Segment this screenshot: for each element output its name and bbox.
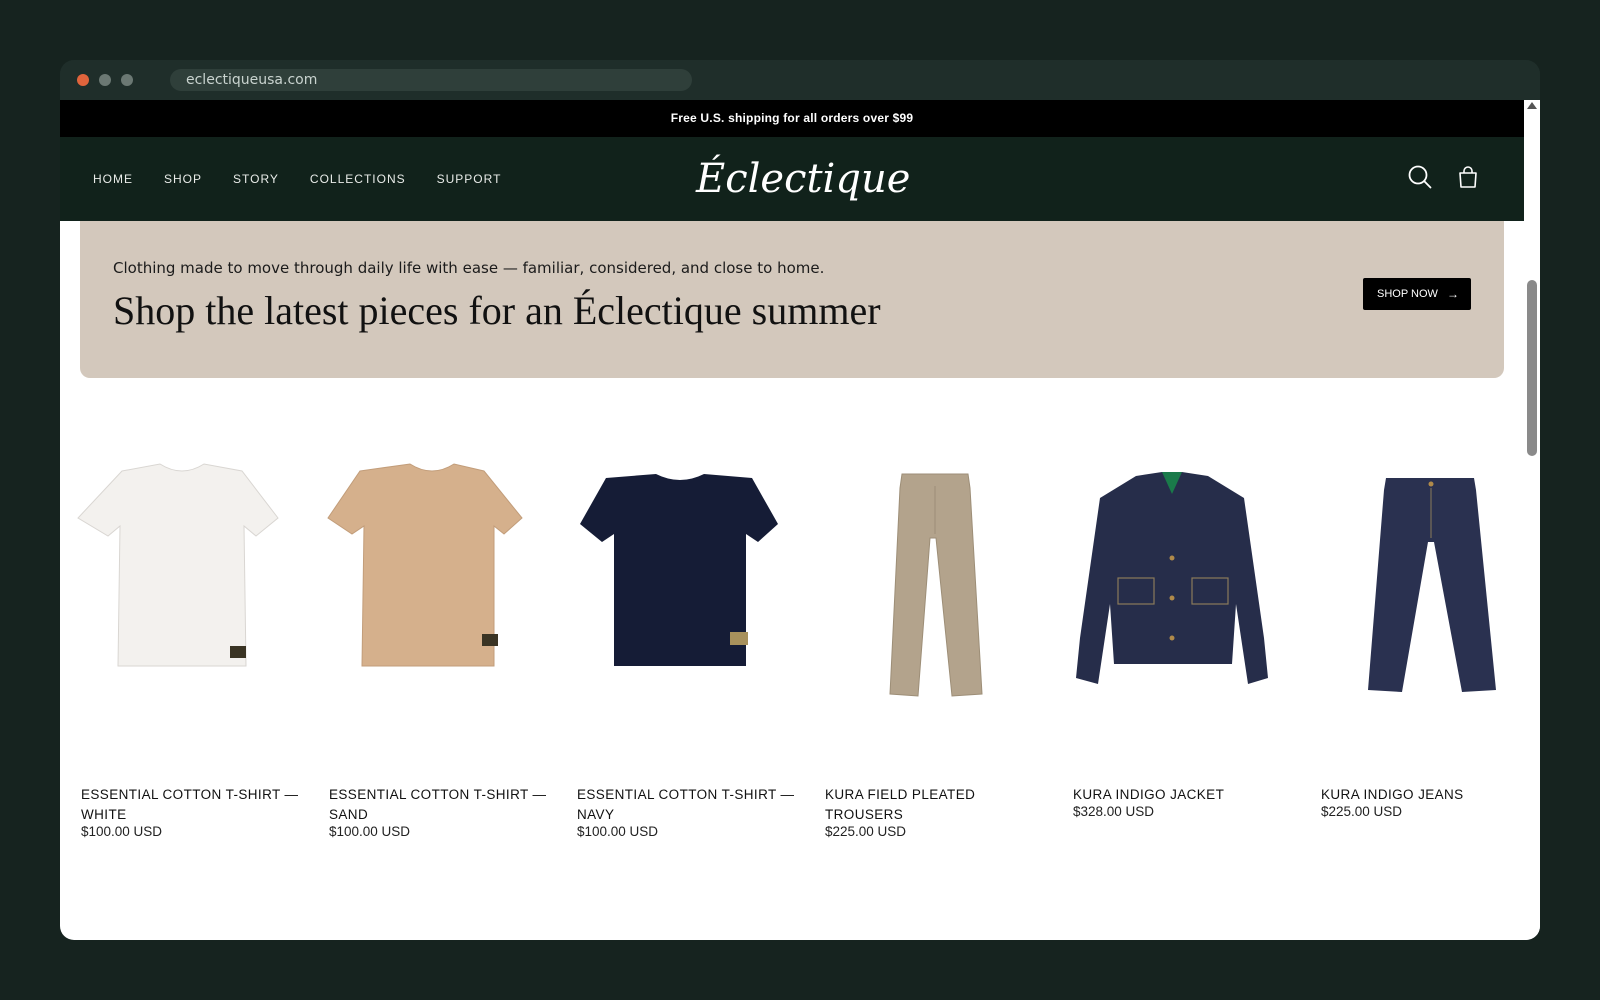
browser-window: eclectiqueusa.com Free U.S. shipping for… [60,60,1540,940]
product-image-sand-tshirt[interactable] [308,438,548,768]
maximize-window-button[interactable] [121,74,133,86]
nav-item-shop[interactable]: SHOP [164,172,202,186]
product-image-navy-tshirt[interactable] [556,438,796,768]
hero-title: Shop the latest pieces for an Éclectique… [113,288,881,333]
address-bar[interactable]: eclectiqueusa.com [170,69,692,91]
hero-subtitle: Clothing made to move through daily life… [113,259,825,277]
product-title[interactable]: ESSENTIAL COTTON T-SHIRT — SAND [329,785,549,825]
scrollbar-thumb[interactable] [1527,280,1537,456]
product-card[interactable]: KURA FIELD PLEATED TROUSERS $225.00 USD [804,438,1044,858]
product-price: $225.00 USD [825,824,907,839]
product-card[interactable]: KURA INDIGO JEANS $225.00 USD [1300,438,1540,858]
hero-banner: Clothing made to move through daily life… [80,221,1504,378]
minimize-window-button[interactable] [99,74,111,86]
site-logo[interactable]: Éclectique [696,141,910,213]
product-image-indigo-jacket[interactable] [1052,438,1292,768]
nav-item-collections[interactable]: COLLECTIONS [310,172,406,186]
product-title[interactable]: ESSENTIAL COTTON T-SHIRT — NAVY [577,785,797,825]
product-price: $100.00 USD [81,824,163,839]
jacket-shape [1076,472,1268,684]
product-grid: ESSENTIAL COTTON T-SHIRT — WHITE $100.00… [60,438,1524,858]
product-image-pleated-trousers[interactable] [804,438,1044,768]
nav-item-support[interactable]: SUPPORT [437,172,502,186]
jeans-shape [1368,478,1496,692]
scroll-up-arrow-icon[interactable] [1527,102,1537,109]
tshirt-patch [230,646,246,658]
product-price: $225.00 USD [1321,804,1403,819]
product-image-indigo-jeans[interactable] [1300,438,1540,768]
shopping-bag-icon[interactable] [1454,163,1482,191]
product-card[interactable]: KURA INDIGO JACKET $328.00 USD [1052,438,1292,858]
product-title[interactable]: KURA INDIGO JEANS [1321,785,1540,805]
product-title[interactable]: ESSENTIAL COTTON T-SHIRT — WHITE [81,785,301,825]
product-card[interactable]: ESSENTIAL COTTON T-SHIRT — NAVY $100.00 … [556,438,796,858]
product-price: $328.00 USD [1073,804,1155,819]
tshirt-patch [730,632,748,645]
product-image-white-tshirt[interactable] [60,438,300,768]
search-icon[interactable] [1406,163,1434,191]
arrow-right-icon: → [1447,287,1459,301]
vertical-scrollbar[interactable] [1524,100,1540,940]
product-title[interactable]: KURA INDIGO JACKET [1073,785,1293,805]
product-price: $100.00 USD [329,824,411,839]
trousers-shape [889,473,983,697]
browser-titlebar: eclectiqueusa.com [60,60,1540,100]
nav-item-home[interactable]: HOME [93,172,133,186]
product-card[interactable]: ESSENTIAL COTTON T-SHIRT — WHITE $100.00… [60,438,300,858]
nav-item-story[interactable]: STORY [233,172,279,186]
tshirt-shape [580,474,778,666]
product-price: $100.00 USD [577,824,659,839]
announcement-bar: Free U.S. shipping for all orders over $… [60,100,1524,137]
site-header: HOME SHOP STORY COLLECTIONS SUPPORT Écle… [60,137,1524,221]
tshirt-shape [77,463,279,667]
page-viewport: Free U.S. shipping for all orders over $… [60,100,1540,940]
product-card[interactable]: ESSENTIAL COTTON T-SHIRT — SAND $100.00 … [308,438,548,858]
close-window-button[interactable] [77,74,89,86]
shop-now-button[interactable]: SHOP NOW → [1363,278,1471,310]
shop-now-label: SHOP NOW [1377,288,1438,300]
main-nav: HOME SHOP STORY COLLECTIONS SUPPORT [93,137,532,221]
tshirt-patch [482,634,498,646]
product-title[interactable]: KURA FIELD PLEATED TROUSERS [825,785,1045,825]
